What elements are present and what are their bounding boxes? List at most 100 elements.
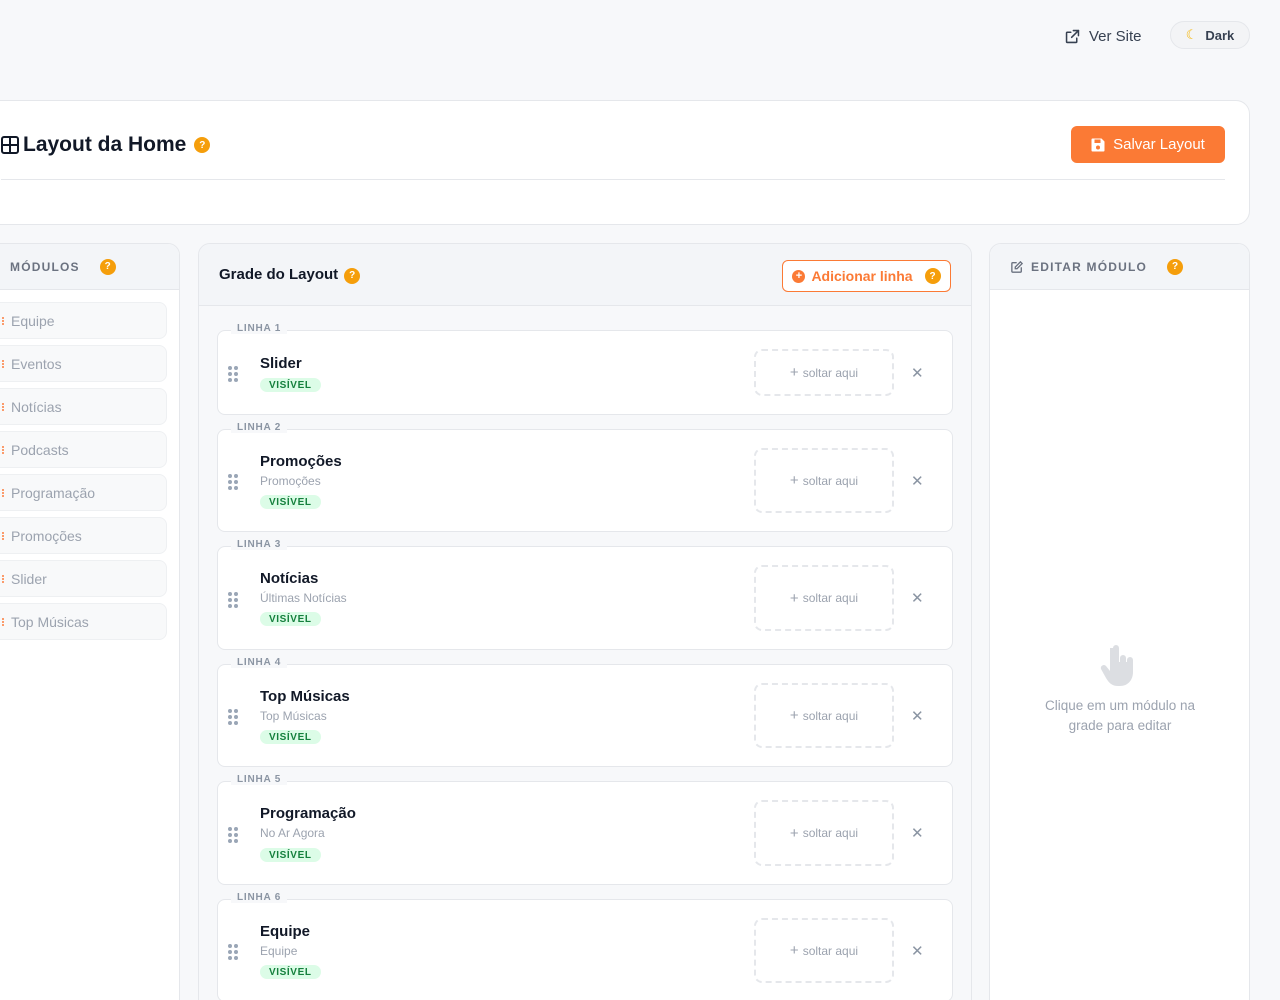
modules-panel-header: MÓDULOS ?: [0, 244, 179, 290]
row-module-card[interactable]: Programação No Ar Agora VISÍVEL + soltar …: [217, 781, 953, 885]
module-item[interactable]: Eventos: [0, 345, 167, 382]
module-item-label: Top Músicas: [11, 613, 89, 630]
visible-badge: VISÍVEL: [260, 730, 321, 744]
drag-handle-icon[interactable]: [228, 474, 238, 490]
ver-site-link[interactable]: Ver Site: [1064, 24, 1142, 48]
page-header: Layout da Home ? Salvar Layout: [0, 100, 1250, 225]
module-item[interactable]: Equipe: [0, 302, 167, 339]
drop-zone-label: soltar aqui: [802, 943, 859, 958]
row-label: LINHA 4: [231, 657, 288, 668]
row-module-card[interactable]: Notícias Últimas Notícias VISÍVEL + solta…: [217, 546, 953, 650]
drag-handle-icon: [2, 316, 5, 325]
add-row-label: Adicionar linha: [811, 268, 913, 284]
remove-row-icon[interactable]: ✕: [911, 472, 924, 490]
drag-handle-icon: [2, 574, 5, 583]
drag-handle-icon: [2, 488, 5, 497]
remove-row-icon[interactable]: ✕: [911, 824, 924, 842]
help-icon[interactable]: ?: [344, 267, 361, 284]
module-item-label: Eventos: [11, 355, 62, 372]
remove-row-icon[interactable]: ✕: [911, 942, 924, 960]
module-item-label: Slider: [11, 570, 47, 587]
row-module-name: Equipe: [260, 923, 311, 940]
row-module-name: Programação: [260, 805, 356, 822]
modules-list: Equipe Eventos Notícias Podcasts Program…: [0, 290, 179, 640]
row-label: LINHA 3: [231, 539, 288, 550]
module-item[interactable]: Promoções: [0, 517, 167, 554]
drag-handle-icon[interactable]: [228, 944, 238, 960]
module-item[interactable]: Slider: [0, 560, 167, 597]
remove-row-icon[interactable]: ✕: [911, 707, 924, 725]
row-module-subtitle: Promoções: [260, 474, 321, 488]
plus-icon: +: [789, 942, 799, 959]
drag-handle-icon[interactable]: [228, 827, 238, 843]
row-module-name: Notícias: [260, 570, 319, 587]
row-module-card[interactable]: Top Músicas Top Músicas VISÍVEL + soltar …: [217, 664, 953, 767]
help-icon[interactable]: ?: [194, 137, 211, 153]
plus-icon: +: [789, 824, 799, 842]
drag-handle-icon: [2, 531, 5, 540]
help-icon[interactable]: ?: [99, 258, 116, 275]
drag-handle-icon: [2, 402, 5, 411]
drop-zone-label: soltar aqui: [802, 826, 859, 840]
save-layout-label: Salvar Layout: [1113, 136, 1205, 153]
theme-toggle-button[interactable]: ☾ Dark: [1170, 21, 1250, 49]
drop-zone[interactable]: + soltar aqui: [754, 349, 894, 396]
drop-zone[interactable]: + soltar aqui: [754, 565, 894, 631]
editor-empty-state: Clique em um módulo na grade para editar: [990, 290, 1249, 1000]
drag-handle-icon: [2, 359, 5, 368]
row-module-name: Top Músicas: [260, 688, 350, 705]
moon-icon: ☾: [1185, 27, 1198, 42]
plus-icon: +: [789, 364, 799, 381]
row-module-subtitle: Equipe: [260, 944, 298, 958]
page-title: Layout da Home ?: [1, 133, 211, 157]
layout-grid-panel: Grade do Layout ? + Adicionar linha ? LI…: [198, 243, 972, 1000]
editor-hint-text: Clique em um módulo na grade para editar: [1044, 698, 1196, 733]
plus-circle-icon: +: [792, 269, 806, 283]
help-icon[interactable]: ?: [924, 268, 941, 284]
page-title-text: Layout da Home: [23, 133, 187, 156]
ver-site-label: Ver Site: [1089, 27, 1142, 45]
row-module-card[interactable]: Equipe Equipe VISÍVEL + soltar aqui ✕: [217, 899, 953, 1000]
drop-zone[interactable]: + soltar aqui: [754, 918, 894, 983]
module-item[interactable]: Programação: [0, 474, 167, 511]
row-module-subtitle: No Ar Agora: [260, 826, 325, 840]
editor-panel-header: EDITAR MÓDULO ?: [990, 244, 1249, 290]
module-item[interactable]: Top Músicas: [0, 603, 167, 640]
row-module-card[interactable]: Slider VISÍVEL + soltar aqui ✕: [217, 330, 953, 415]
drag-handle-icon[interactable]: [228, 366, 238, 382]
row-module-name: Slider: [260, 355, 302, 372]
drop-zone-label: soltar aqui: [802, 591, 859, 605]
drop-zone[interactable]: + soltar aqui: [754, 448, 894, 513]
remove-row-icon[interactable]: ✕: [911, 364, 924, 382]
help-icon[interactable]: ?: [1167, 258, 1184, 275]
add-row-button[interactable]: + Adicionar linha ?: [782, 260, 951, 292]
save-icon: [1091, 138, 1105, 151]
module-item[interactable]: Podcasts: [0, 431, 167, 468]
drop-zone-label: soltar aqui: [802, 365, 859, 380]
row-label: LINHA 5: [231, 774, 288, 785]
drag-handle-icon[interactable]: [228, 592, 238, 608]
edit-icon: [1011, 260, 1023, 273]
drop-zone[interactable]: + soltar aqui: [754, 683, 894, 748]
module-item-label: Podcasts: [11, 441, 69, 458]
grid-panel-title: Grade do Layout: [219, 266, 339, 283]
edit-module-panel: EDITAR MÓDULO ? Clique em um módulo na g…: [989, 243, 1250, 1000]
visible-badge: VISÍVEL: [260, 848, 321, 862]
plus-icon: +: [789, 472, 799, 489]
drag-handle-icon[interactable]: [228, 709, 238, 725]
row-module-subtitle: Últimas Notícias: [260, 591, 347, 605]
row-module-card[interactable]: Promoções Promoções VISÍVEL + soltar aqui…: [217, 429, 953, 532]
module-item-label: Notícias: [11, 398, 62, 415]
row-label: LINHA 2: [231, 422, 288, 433]
drop-zone[interactable]: + soltar aqui: [754, 800, 894, 866]
remove-row-icon[interactable]: ✕: [911, 589, 924, 607]
plus-icon: +: [789, 707, 799, 724]
module-item-label: Promoções: [11, 527, 82, 544]
pointer-hand-icon: [1100, 645, 1133, 686]
header-divider: [1, 179, 1225, 180]
drag-handle-icon: [2, 445, 5, 454]
module-item[interactable]: Notícias: [0, 388, 167, 425]
module-item-label: Equipe: [11, 312, 55, 329]
save-layout-button[interactable]: Salvar Layout: [1071, 126, 1225, 163]
external-link-icon: [1065, 29, 1080, 43]
